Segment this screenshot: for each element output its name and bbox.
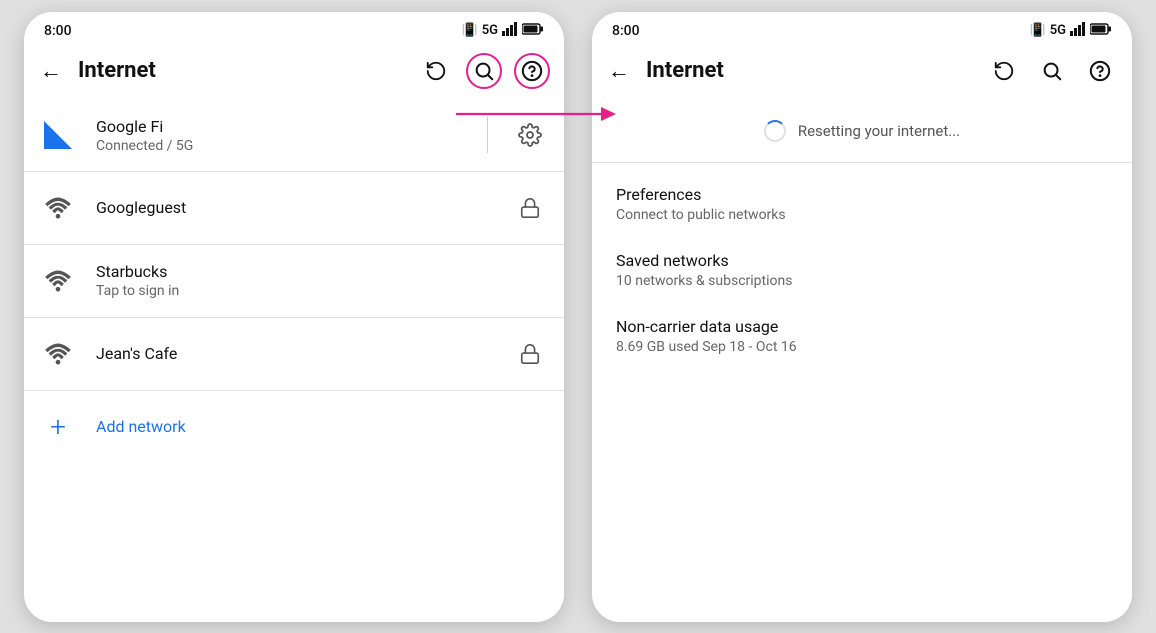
list-item[interactable]: Googleguest: [24, 172, 564, 244]
vibrate-icon: 📳: [462, 23, 478, 38]
data-usage-item[interactable]: Non-carrier data usage 8.69 GB used Sep …: [592, 303, 1132, 369]
status-icons-left: 📳 5G: [462, 22, 544, 40]
add-network-item[interactable]: + Add network: [24, 391, 564, 463]
signal-label-left: 5G: [482, 23, 498, 38]
connected-network-icon: [40, 117, 76, 153]
vibrate-icon-right: 📳: [1030, 23, 1046, 38]
preferences-sub: Connect to public networks: [616, 207, 1108, 223]
lock-icon-jeanscafe: [512, 336, 548, 372]
reset-container: Resetting your internet...: [592, 100, 1132, 163]
googleguest-text: Googleguest: [96, 198, 492, 217]
wifi-icon-jeanscafe: [40, 336, 76, 372]
signal-label-right: 5G: [1050, 23, 1066, 38]
back-button-right[interactable]: ←: [600, 50, 638, 92]
time-right: 8:00: [612, 23, 640, 39]
list-item[interactable]: Starbucks Tap to sign in: [24, 245, 564, 317]
jeanscafe-text: Jean's Cafe: [96, 344, 492, 363]
network-list: Googleguest: [24, 172, 564, 622]
refresh-button-left[interactable]: [416, 51, 456, 91]
add-network-icon: +: [40, 409, 76, 445]
phones-container: 8:00 📳 5G: [24, 12, 1132, 622]
saved-networks-item[interactable]: Saved networks 10 networks & subscriptio…: [592, 237, 1132, 303]
loading-spinner: [764, 120, 786, 142]
starbucks-text: Starbucks Tap to sign in: [96, 262, 548, 299]
battery-icon-right: [1090, 23, 1112, 39]
page-title-right: Internet: [646, 58, 976, 83]
time-left: 8:00: [44, 23, 72, 39]
lock-icon-googleguest: [512, 190, 548, 226]
list-item[interactable]: Jean's Cafe: [24, 318, 564, 390]
refresh-button-right[interactable]: [984, 51, 1024, 91]
saved-networks-title: Saved networks: [616, 251, 1108, 270]
connected-network-name: Google Fi: [96, 117, 463, 136]
starbucks-name: Starbucks: [96, 262, 548, 281]
jeanscafe-name: Jean's Cafe: [96, 344, 492, 363]
battery-icon-left: [522, 23, 544, 39]
page-title-left: Internet: [78, 58, 408, 83]
data-usage-sub: 8.69 GB used Sep 18 - Oct 16: [616, 339, 1108, 355]
help-button-right[interactable]: [1080, 51, 1120, 91]
wifi-icon-starbucks: [40, 263, 76, 299]
preferences-item[interactable]: Preferences Connect to public networks: [592, 171, 1132, 237]
googleguest-name: Googleguest: [96, 198, 492, 217]
app-bar-left: ← Internet: [24, 46, 564, 100]
status-icons-right: 📳 5G: [1030, 22, 1112, 40]
status-bar-left: 8:00 📳 5G: [24, 12, 564, 46]
status-bar-right: 8:00 📳 5G: [592, 12, 1132, 46]
wifi-icon-googleguest: [40, 190, 76, 226]
signal-bars-icon-right: [1070, 22, 1086, 40]
starbucks-sub: Tap to sign in: [96, 283, 548, 299]
search-button-right[interactable]: [1032, 51, 1072, 91]
right-phone: 8:00 📳 5G: [592, 12, 1132, 622]
add-network-label: Add network: [96, 417, 186, 436]
reset-text: Resetting your internet...: [798, 122, 960, 140]
transition-arrow: [456, 100, 616, 128]
connected-network-status: Connected / 5G: [96, 138, 463, 154]
signal-bars-icon: [502, 22, 518, 40]
connected-network-text: Google Fi Connected / 5G: [96, 117, 463, 154]
back-button-left[interactable]: ←: [32, 50, 70, 92]
app-bar-right: ← Internet: [592, 46, 1132, 100]
search-button-left[interactable]: [464, 51, 504, 91]
preferences-title: Preferences: [616, 185, 1108, 204]
menu-section: Preferences Connect to public networks S…: [592, 163, 1132, 377]
help-button-left[interactable]: [512, 51, 552, 91]
data-usage-title: Non-carrier data usage: [616, 317, 1108, 336]
saved-networks-sub: 10 networks & subscriptions: [616, 273, 1108, 289]
